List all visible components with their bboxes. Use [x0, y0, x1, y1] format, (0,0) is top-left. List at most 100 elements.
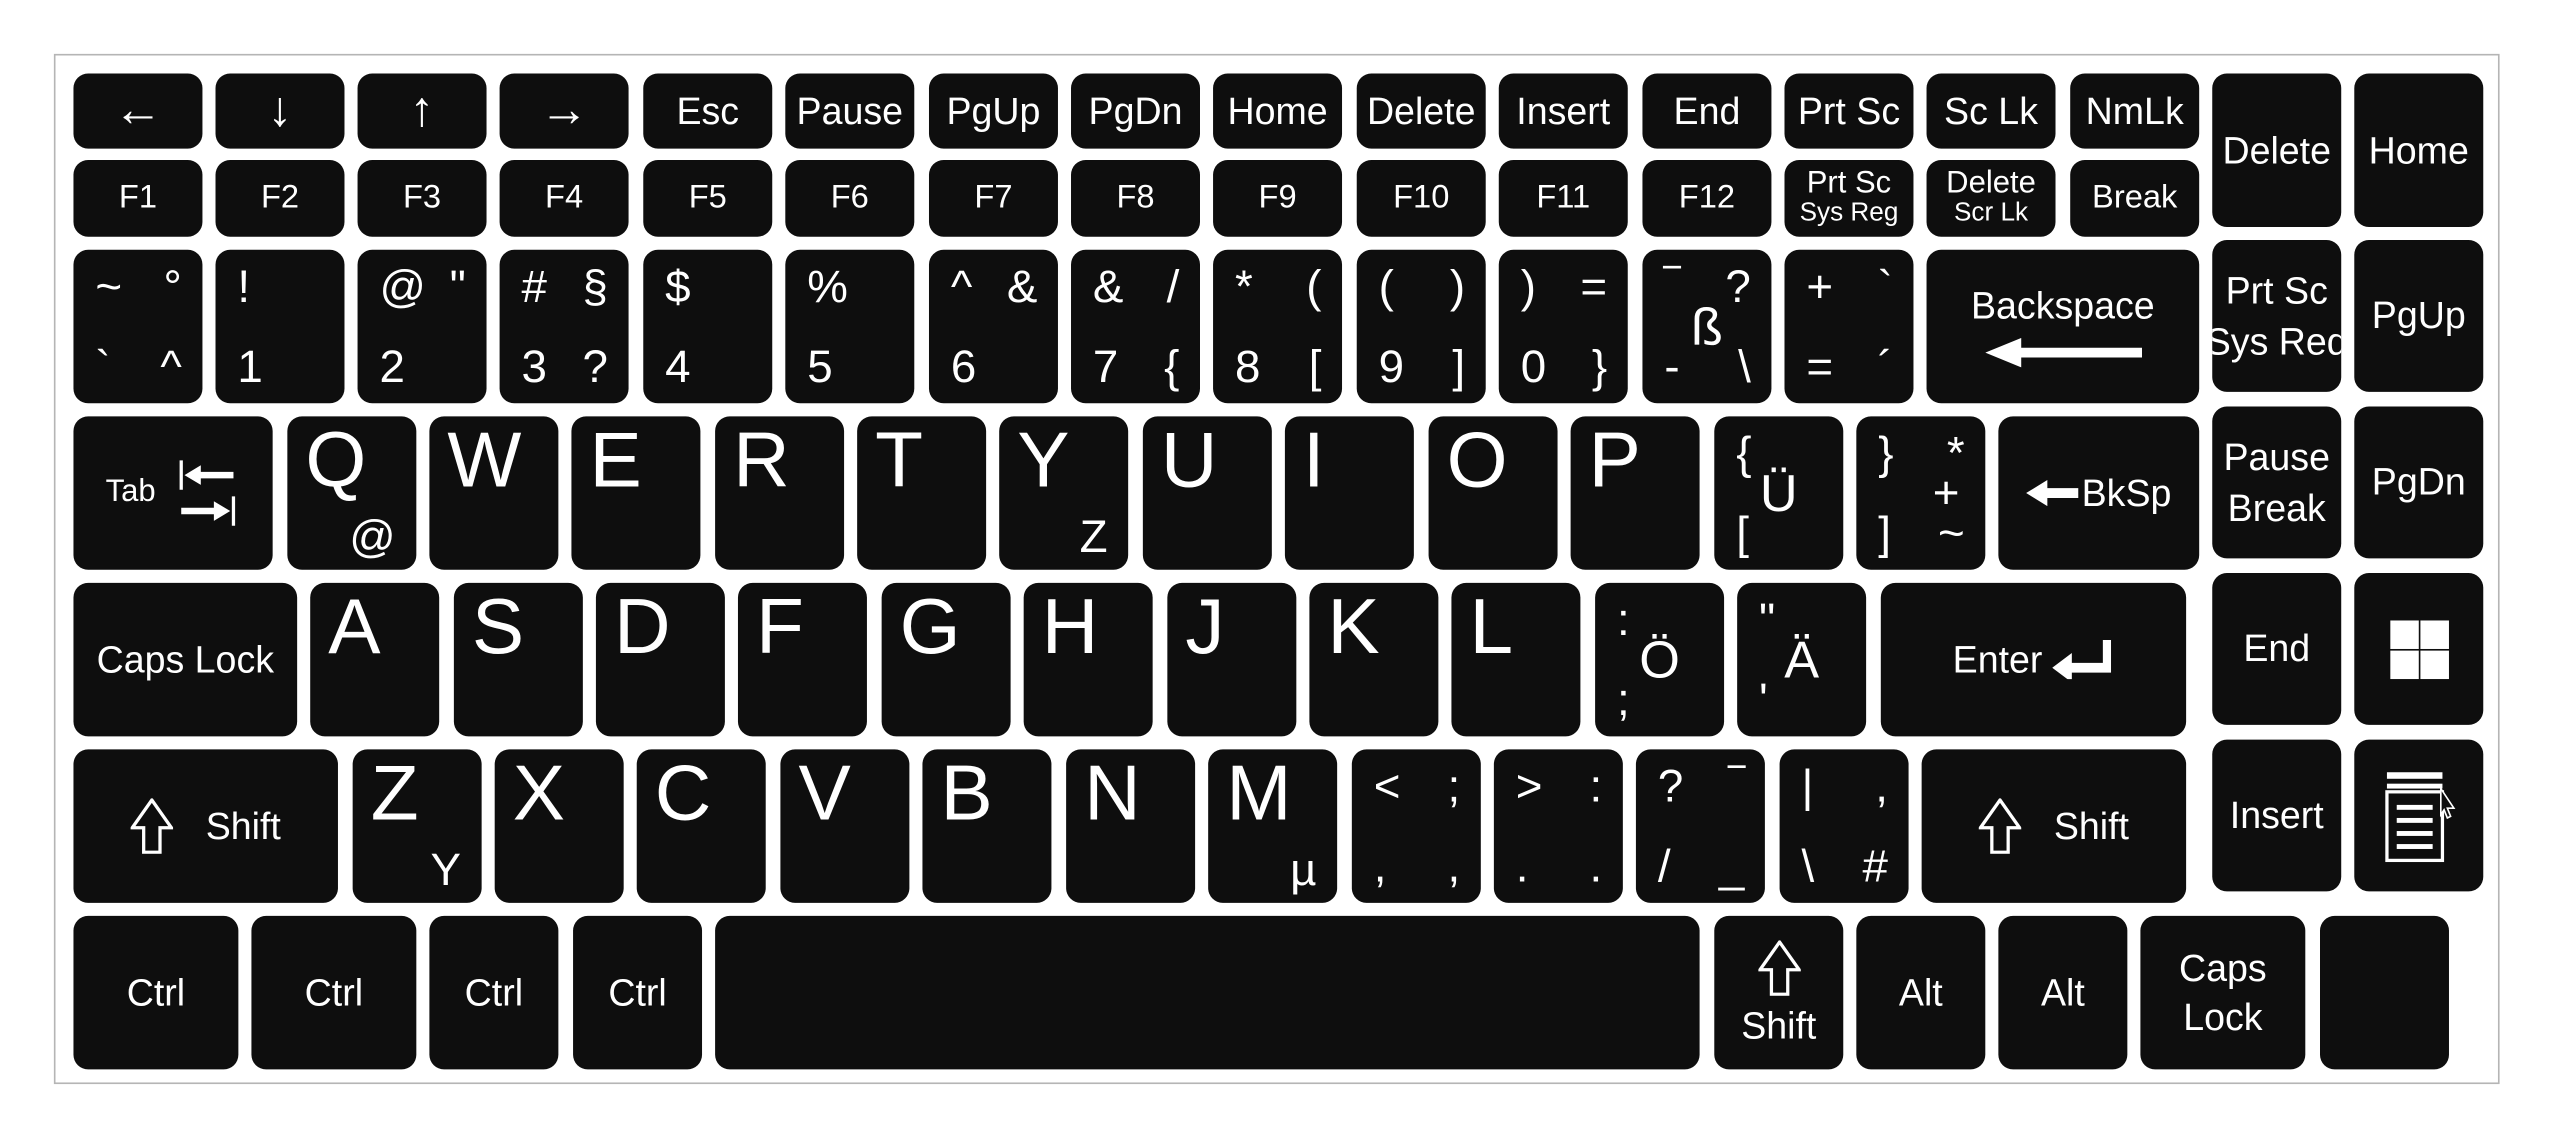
- key-space[interactable]: [715, 915, 1700, 1070]
- key-f3[interactable]: F3: [357, 160, 487, 237]
- key-f9[interactable]: F9: [1213, 160, 1343, 237]
- key-symbol[interactable]: ? ‾ / _: [1635, 749, 1765, 903]
- key-symbol[interactable]: ~ ° ` ^: [73, 249, 203, 404]
- key-y[interactable]: YZ: [999, 416, 1129, 570]
- key-m[interactable]: Mµ: [1208, 749, 1338, 903]
- key-pgdn[interactable]: PgDn: [1071, 73, 1200, 149]
- key-r[interactable]: R: [715, 416, 845, 570]
- key-4[interactable]: $4: [643, 249, 773, 404]
- key-n[interactable]: N: [1066, 749, 1196, 903]
- key-prt-sc[interactable]: Prt Sc Sys Req: [2212, 239, 2342, 392]
- key-f[interactable]: F: [737, 582, 867, 737]
- key-shift[interactable]: Shift: [1921, 749, 2187, 903]
- key-pause[interactable]: Pause Break: [2212, 406, 2342, 559]
- key-s[interactable]: S: [453, 582, 583, 737]
- key-pause[interactable]: Pause: [785, 73, 915, 149]
- key-x[interactable]: X: [494, 749, 624, 903]
- key-symbol[interactable]: } *] ~ +: [1856, 416, 1986, 570]
- key-ctrl[interactable]: Ctrl: [251, 915, 417, 1070]
- key-l[interactable]: L: [1451, 582, 1581, 737]
- key-esc[interactable]: Esc: [643, 73, 773, 149]
- key-arrow-down-icon[interactable]: ↓: [215, 73, 345, 149]
- key-symbol[interactable]: >:..: [1493, 749, 1623, 903]
- key-symbol[interactable]: {[Ü: [1714, 416, 1844, 570]
- key-7[interactable]: &/ 7 {: [1071, 249, 1200, 404]
- key-arrow-right-icon[interactable]: →: [499, 73, 629, 149]
- key-symbol[interactable]: |, \ #: [1779, 749, 1909, 903]
- key-alt[interactable]: Alt: [1856, 915, 1986, 1070]
- key-tab[interactable]: Tab: [73, 416, 273, 570]
- key-break[interactable]: Break: [2070, 160, 2200, 237]
- key-symbol[interactable]: :; Ö: [1595, 582, 1725, 737]
- key-end[interactable]: End: [1642, 73, 1772, 149]
- key-shift[interactable]: Shift: [1714, 915, 1844, 1070]
- key-i[interactable]: I: [1284, 416, 1414, 570]
- key-5[interactable]: % 5: [785, 249, 915, 404]
- key-alt[interactable]: Alt: [1998, 915, 2128, 1070]
- key-q[interactable]: Q @: [287, 416, 417, 570]
- key-caps[interactable]: Caps Lock: [2140, 915, 2306, 1070]
- key-f1[interactable]: F1: [73, 160, 203, 237]
- key-v[interactable]: V: [780, 749, 910, 903]
- key-p[interactable]: P: [1570, 416, 1700, 570]
- key-symbol[interactable]: <;,,: [1351, 749, 1481, 903]
- key-2[interactable]: @ " 2: [357, 249, 487, 404]
- key-6[interactable]: ^ & 6: [928, 249, 1058, 404]
- key-ctrl[interactable]: Ctrl: [429, 915, 559, 1070]
- key-sc-lk[interactable]: Sc Lk: [1926, 73, 2056, 149]
- key-key[interactable]: [2354, 573, 2484, 725]
- key-f5[interactable]: F5: [643, 160, 773, 237]
- key-c[interactable]: C: [636, 749, 766, 903]
- key-k[interactable]: K: [1309, 582, 1439, 737]
- key-bksp[interactable]: BkSp: [1998, 416, 2200, 570]
- key-d[interactable]: D: [595, 582, 725, 737]
- key-insert[interactable]: Insert: [1498, 73, 1628, 149]
- key-prt-sc[interactable]: Prt Sc: [1784, 73, 1914, 149]
- key-f11[interactable]: F11: [1498, 160, 1628, 237]
- key-pgup[interactable]: PgUp: [928, 73, 1058, 149]
- key-insert[interactable]: Insert: [2212, 739, 2342, 892]
- key-e[interactable]: E: [571, 416, 701, 570]
- key-f4[interactable]: F4: [499, 160, 629, 237]
- key-prt-sc[interactable]: Prt Sc Sys Reg: [1784, 160, 1914, 237]
- key-home[interactable]: Home: [2354, 73, 2484, 227]
- key-h[interactable]: H: [1023, 582, 1153, 737]
- key-1[interactable]: ! 1: [215, 249, 345, 404]
- key-nmlk[interactable]: NmLk: [2070, 73, 2200, 149]
- key-symbol[interactable]: + ` = ´: [1784, 249, 1914, 404]
- key-delete[interactable]: Delete Scr Lk: [1926, 160, 2056, 237]
- key-caps-lock[interactable]: Caps Lock: [73, 582, 298, 737]
- key-u[interactable]: U: [1142, 416, 1272, 570]
- key-o[interactable]: O: [1428, 416, 1558, 570]
- key-9[interactable]: () 9]: [1356, 249, 1486, 404]
- key-pgdn[interactable]: PgDn: [2354, 406, 2484, 559]
- key-b[interactable]: B: [922, 749, 1052, 903]
- key-f7[interactable]: F7: [928, 160, 1058, 237]
- key-g[interactable]: G: [881, 582, 1011, 737]
- key-pgup[interactable]: PgUp: [2354, 239, 2484, 392]
- key-symbol[interactable]: ‾? - \ ß: [1642, 249, 1772, 404]
- key-delete[interactable]: Delete: [1356, 73, 1486, 149]
- key-z[interactable]: ZY: [352, 749, 482, 903]
- key-0[interactable]: ) = 0}: [1498, 249, 1628, 404]
- key-f2[interactable]: F2: [215, 160, 345, 237]
- key-end[interactable]: End: [2212, 573, 2342, 725]
- key-f6[interactable]: F6: [785, 160, 915, 237]
- key-w[interactable]: W: [429, 416, 559, 570]
- key-arrow-up-icon[interactable]: ↑: [357, 73, 487, 149]
- key-arrow-left-icon[interactable]: ←: [73, 73, 203, 149]
- key-t[interactable]: T: [857, 416, 987, 570]
- key-f8[interactable]: F8: [1071, 160, 1200, 237]
- key-ctrl[interactable]: Ctrl: [73, 915, 239, 1070]
- key-symbol[interactable]: " ' Ä: [1737, 582, 1867, 737]
- key-j[interactable]: J: [1167, 582, 1297, 737]
- key-home[interactable]: Home: [1213, 73, 1343, 149]
- key-blank[interactable]: [2320, 915, 2449, 1070]
- key-backspace[interactable]: Backspace: [1926, 249, 2200, 404]
- key-f10[interactable]: F10: [1356, 160, 1486, 237]
- key-3[interactable]: # § 3?: [499, 249, 629, 404]
- key-shift[interactable]: Shift: [73, 749, 338, 903]
- key-ctrl[interactable]: Ctrl: [573, 915, 703, 1070]
- key-enter[interactable]: Enter: [1880, 582, 2187, 737]
- key-delete[interactable]: Delete: [2212, 73, 2342, 227]
